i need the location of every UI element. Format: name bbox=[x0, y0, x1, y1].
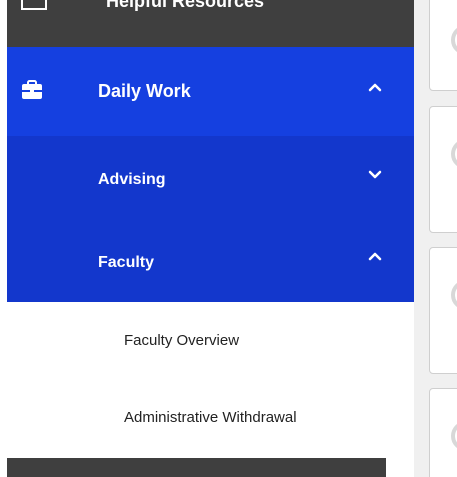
sidebar-item-label: Advising bbox=[98, 171, 166, 188]
sidebar-item-label: Faculty bbox=[98, 254, 155, 271]
content-preview-strip bbox=[414, 0, 457, 477]
content-card[interactable] bbox=[429, 106, 457, 233]
chevron-down-icon[interactable] bbox=[368, 169, 382, 179]
content-card[interactable] bbox=[429, 388, 457, 477]
sidebar-link-administrative-withdrawal[interactable]: Administrative Withdrawal bbox=[124, 408, 297, 428]
sidebar-item-faculty[interactable]: Faculty bbox=[7, 219, 414, 302]
card-avatar-placeholder bbox=[451, 25, 457, 55]
chevron-up-icon[interactable] bbox=[368, 82, 382, 92]
daily-work-submenu: Advising Faculty bbox=[7, 136, 414, 302]
card-avatar-placeholder bbox=[451, 280, 457, 310]
page-root: Helpful Resources Daily Work Advising Fa… bbox=[0, 0, 457, 477]
sidebar-item-label: Daily Work bbox=[98, 81, 191, 101]
chevron-up-icon[interactable] bbox=[368, 251, 382, 261]
content-card[interactable] bbox=[429, 247, 457, 374]
content-card[interactable] bbox=[429, 0, 457, 91]
sidebar-item-advising[interactable]: Advising bbox=[7, 136, 414, 219]
card-avatar-placeholder bbox=[451, 139, 457, 169]
sidebar-navigation: Helpful Resources Daily Work Advising Fa… bbox=[0, 0, 414, 477]
briefcase-icon bbox=[22, 80, 42, 99]
card-avatar-placeholder bbox=[451, 421, 457, 451]
sidebar-link-faculty-overview[interactable]: Faculty Overview bbox=[124, 331, 239, 351]
sidebar-item-next[interactable] bbox=[7, 458, 386, 477]
sidebar-item-daily-work[interactable]: Daily Work bbox=[7, 47, 414, 136]
sidebar-item-helpful-resources[interactable]: Helpful Resources bbox=[7, 0, 414, 47]
book-icon bbox=[21, 0, 47, 10]
sidebar-item-label: Helpful Resources bbox=[106, 0, 265, 11]
